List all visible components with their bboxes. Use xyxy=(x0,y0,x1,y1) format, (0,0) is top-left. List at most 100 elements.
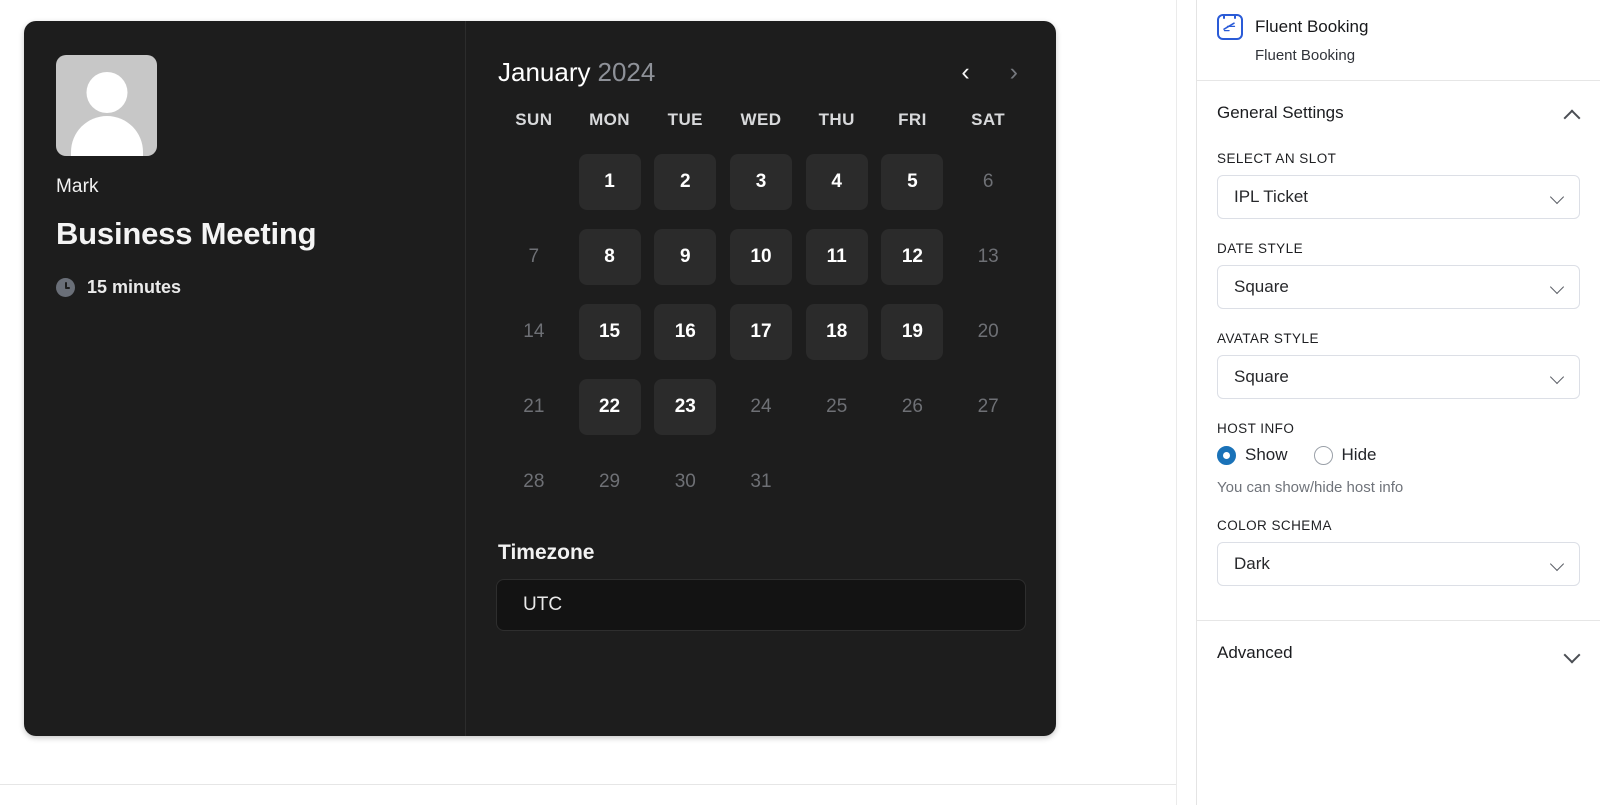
host-info-radio-hide[interactable]: Hide xyxy=(1313,445,1377,465)
calendar-day-16[interactable]: 16 xyxy=(654,303,717,360)
calendar-day-10[interactable]: 10 xyxy=(729,228,792,285)
calendar-day-3[interactable]: 3 xyxy=(729,153,792,210)
calendar-day-cell: 2 xyxy=(647,144,723,219)
calendar-day-2[interactable]: 2 xyxy=(654,153,717,210)
calendar-day-empty xyxy=(881,454,943,510)
calendar-day-cell: 22 xyxy=(572,369,648,444)
host-info-radio-show[interactable]: Show xyxy=(1217,445,1288,465)
sidebar-scroll-track[interactable] xyxy=(1176,0,1196,805)
calendar-day-empty xyxy=(503,154,565,210)
calendar-month-year: January 2024 xyxy=(498,57,655,88)
accordion-general-settings-title: General Settings xyxy=(1217,103,1344,122)
calendar-day-cell: 4 xyxy=(799,144,875,219)
calendar-day-cell: 20 xyxy=(950,294,1026,369)
calendar-day-cell: 16 xyxy=(647,294,723,369)
chevron-down-icon xyxy=(1551,280,1565,294)
calendar-day-cell xyxy=(875,444,951,519)
weekday-sat: SAT xyxy=(971,110,1006,129)
fluent-booking-glyph xyxy=(1223,22,1236,32)
calendar-day-9[interactable]: 9 xyxy=(654,228,717,285)
calendar-day-13: 13 xyxy=(977,245,999,267)
color-schema-dropdown[interactable]: Dark xyxy=(1217,542,1580,586)
date-style-value: Square xyxy=(1234,277,1289,296)
calendar-year-label: 2024 xyxy=(597,57,656,87)
calendar-day-cell: 21 xyxy=(496,369,572,444)
calendar-day-1[interactable]: 1 xyxy=(578,153,641,210)
calendar-day-cell: 26 xyxy=(875,369,951,444)
screen-root: Mark Business Meeting 15 minutes January… xyxy=(0,0,1600,805)
calendar-day-cell: 6 xyxy=(950,144,1026,219)
chevron-left-icon[interactable]: ‹ xyxy=(955,58,975,87)
calendar-day-empty xyxy=(806,454,868,510)
weekday-tue: TUE xyxy=(667,110,703,129)
calendar-day-17[interactable]: 17 xyxy=(729,303,792,360)
settings-sidebar: Fluent Booking Fluent Booking General Se… xyxy=(1196,0,1600,805)
calendar-day-cell: 14 xyxy=(496,294,572,369)
calendar-day-cell: 15 xyxy=(572,294,648,369)
calendar-days-grid: 1 2 3 4 5 6 7 8 9 10 11 12 13 14 15 16 17 18 19 20 21 22 23 24 2… xyxy=(496,144,1026,519)
field-color-schema: COLOR SCHEMA Dark xyxy=(1197,518,1600,586)
calendar-day-27: 27 xyxy=(977,395,999,417)
calendar-weekday-header: SUN MON TUE WED THU FRI SAT xyxy=(496,110,1026,130)
calendar-day-11[interactable]: 11 xyxy=(805,228,868,285)
calendar-nav: ‹ › xyxy=(955,58,1024,87)
accordion-advanced-title: Advanced xyxy=(1217,643,1293,662)
plugin-subtitle: Fluent Booking xyxy=(1255,47,1356,64)
accordion-general-settings[interactable]: General Settings xyxy=(1197,81,1600,129)
plugin-title-line: Fluent Booking xyxy=(1217,14,1580,40)
field-label-host-info: HOST INFO xyxy=(1217,421,1295,436)
calendar-day-5[interactable]: 5 xyxy=(881,153,944,210)
calendar-day-cell xyxy=(496,144,572,219)
calendar-day-23[interactable]: 23 xyxy=(654,378,717,435)
user-avatar-placeholder-icon xyxy=(56,55,157,156)
calendar-day-cell: 5 xyxy=(875,144,951,219)
field-host-info: HOST INFO Show Hide You can show/hide ho… xyxy=(1197,421,1600,496)
calendar-day-cell: 31 xyxy=(723,444,799,519)
date-style-dropdown[interactable]: Square xyxy=(1217,265,1580,309)
field-avatar-style: AVATAR STYLE Square xyxy=(1197,331,1600,399)
event-title: Business Meeting xyxy=(56,216,317,251)
chevron-down-icon xyxy=(1551,370,1565,384)
plugin-name: Fluent Booking xyxy=(1255,17,1369,36)
calendar-day-24: 24 xyxy=(750,395,772,417)
chevron-down-icon xyxy=(1565,646,1580,661)
calendar-day-7: 7 xyxy=(528,245,540,267)
chevron-down-icon xyxy=(1551,190,1565,204)
calendar-day-31: 31 xyxy=(750,470,772,492)
clock-icon xyxy=(56,278,75,297)
field-label-date-style: DATE STYLE xyxy=(1217,241,1304,256)
calendar-day-cell: 19 xyxy=(875,294,951,369)
calendar-day-18[interactable]: 18 xyxy=(805,303,868,360)
calendar-day-19[interactable]: 19 xyxy=(881,303,944,360)
timezone-select[interactable]: UTC xyxy=(496,579,1026,631)
chevron-right-icon[interactable]: › xyxy=(1004,58,1024,87)
calendar-day-cell: 13 xyxy=(950,219,1026,294)
calendar-day-12[interactable]: 12 xyxy=(881,228,944,285)
booking-card-right-panel: January 2024 ‹ › SUN MON TUE WED THU FRI … xyxy=(466,21,1056,736)
host-info-help-text: You can show/hide host info xyxy=(1217,479,1404,496)
calendar-day-22[interactable]: 22 xyxy=(578,378,641,435)
calendar-day-cell: 11 xyxy=(799,219,875,294)
calendar-day-29: 29 xyxy=(598,470,621,492)
calendar-day-cell: 10 xyxy=(723,219,799,294)
calendar-day-cell: 17 xyxy=(723,294,799,369)
chevron-down-icon xyxy=(1551,557,1565,571)
field-select-an-slot: SELECT AN SLOT IPL Ticket xyxy=(1197,151,1600,219)
calendar-day-cell: 23 xyxy=(647,369,723,444)
fluent-booking-icon xyxy=(1217,14,1243,40)
color-schema-value: Dark xyxy=(1234,554,1270,573)
preview-area: Mark Business Meeting 15 minutes January… xyxy=(0,0,1176,785)
calendar-day-4[interactable]: 4 xyxy=(805,153,868,210)
calendar-header: January 2024 ‹ › xyxy=(496,57,1026,88)
weekday-wed: WED xyxy=(740,110,782,129)
duration-label: 15 minutes xyxy=(87,277,182,297)
booking-card-left-panel: Mark Business Meeting 15 minutes xyxy=(24,21,466,736)
calendar-day-20: 20 xyxy=(977,320,999,342)
calendar-day-8[interactable]: 8 xyxy=(578,228,641,285)
avatar-style-value: Square xyxy=(1234,367,1289,386)
avatar-style-dropdown[interactable]: Square xyxy=(1217,355,1580,399)
calendar-day-cell: 25 xyxy=(799,369,875,444)
accordion-advanced[interactable]: Advanced xyxy=(1197,621,1600,669)
select-an-slot-dropdown[interactable]: IPL Ticket xyxy=(1217,175,1580,219)
calendar-day-15[interactable]: 15 xyxy=(578,303,641,360)
